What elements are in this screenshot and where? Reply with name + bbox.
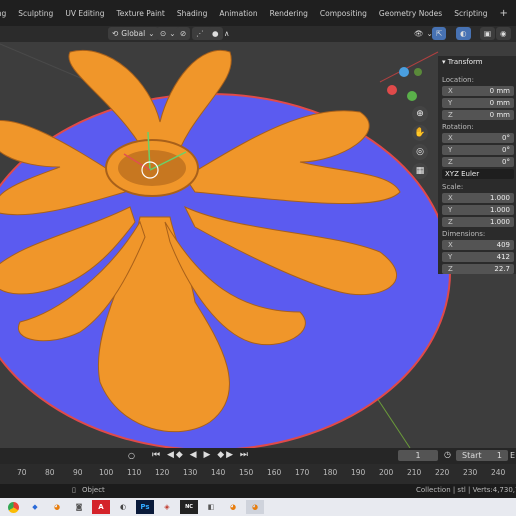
xray-icon: ▣ xyxy=(484,29,492,38)
keyframe-dropdown-icon[interactable]: ○ xyxy=(128,451,135,460)
snap-toggle[interactable]: ⊘ xyxy=(176,27,191,40)
x-axis-line xyxy=(379,51,439,83)
snap-icon: ⋰ xyxy=(196,29,204,38)
magnet-icon: ⊘ xyxy=(180,29,187,38)
clock-icon[interactable]: ◷ xyxy=(444,450,451,459)
sidebar-n-panel: ▾ Transform Location: X0 mm Y0 mm Z0 mm … xyxy=(438,56,516,274)
nav-gizmo-neg-y[interactable] xyxy=(414,68,422,76)
location-label: Location: xyxy=(442,76,474,84)
workspace-tabs-bar: eling Sculpting UV Editing Texture Paint… xyxy=(0,0,516,26)
zoom-icon[interactable]: ⊕ xyxy=(412,106,428,122)
blender-icon-active[interactable]: ◕ xyxy=(246,500,264,514)
eye-icon: 👁 xyxy=(414,29,424,38)
camera-icon[interactable]: ◎ xyxy=(412,144,428,160)
pivot-icon: ⊙ xyxy=(160,29,167,38)
status-left-text: Object xyxy=(82,486,105,494)
ornament-center-hole xyxy=(118,150,186,186)
tab-rendering[interactable]: Rendering xyxy=(270,9,308,18)
app-icon[interactable]: ◆ xyxy=(26,500,44,514)
tab-compositing[interactable]: Compositing xyxy=(320,9,367,18)
playback-controls[interactable]: ⏮ ◀◆ ◀ ▶ ◆▶ ⏭ xyxy=(152,450,250,460)
dimensions-z-field[interactable]: Z 22.7 xyxy=(442,264,514,274)
pan-hand-icon[interactable]: ✋ xyxy=(412,125,428,141)
falloff-dropdown[interactable]: ∧ xyxy=(220,27,234,40)
dimensions-y-field[interactable]: Y 412 xyxy=(442,252,514,262)
overlay-icon: ◐ xyxy=(460,29,467,38)
shading-solid-button[interactable]: ◉ xyxy=(496,27,511,40)
proportional-icon: ● xyxy=(212,29,219,38)
chrome-icon[interactable] xyxy=(4,500,22,514)
scale-label: Scale: xyxy=(442,183,464,191)
tab-modeling[interactable]: eling xyxy=(0,9,6,18)
transform-orientation-dropdown[interactable]: ⟲ Global ⌄ xyxy=(108,27,159,40)
location-y-field[interactable]: Y0 mm xyxy=(442,98,514,108)
transform-panel-title[interactable]: ▾ Transform xyxy=(442,58,483,66)
chevron-down-icon: ⌄ xyxy=(169,29,176,38)
acrobat-icon[interactable]: A xyxy=(92,500,110,514)
sketchup-icon[interactable]: ◈ xyxy=(158,500,176,514)
scale-x-field[interactable]: X 1.000 xyxy=(442,193,514,203)
nav-gizmo-y[interactable] xyxy=(407,91,417,101)
photoshop-icon[interactable]: Ps xyxy=(136,500,154,514)
tab-uv-editing[interactable]: UV Editing xyxy=(65,9,104,18)
mouse-icon: ▯ xyxy=(72,486,76,494)
location-x-field[interactable]: X0 mm xyxy=(442,86,514,96)
timeline-editor: ○ ⏮ ◀◆ ◀ ▶ ◆▶ ⏭ 1 ◷ Start 1 E 70 80 90 1… xyxy=(0,448,516,484)
rotation-label: Rotation: xyxy=(442,123,474,131)
gizmo-toggle[interactable]: ⇱ xyxy=(432,27,447,40)
tab-geometry-nodes[interactable]: Geometry Nodes xyxy=(379,9,442,18)
current-frame-field[interactable]: 1 xyxy=(398,450,438,461)
viewport-navigation-tools: ⊕ ✋ ◎ ▦ xyxy=(412,106,432,182)
scale-y-field[interactable]: Y 1.000 xyxy=(442,205,514,215)
tab-scripting[interactable]: Scripting xyxy=(454,9,487,18)
app-icon-4[interactable]: ◧ xyxy=(202,500,220,514)
add-workspace-button[interactable]: + xyxy=(500,8,508,19)
grid-perspective-icon[interactable]: ▦ xyxy=(412,163,428,179)
gizmo-icon: ⇱ xyxy=(436,29,443,38)
xray-toggle[interactable]: ▣ xyxy=(480,27,496,40)
dimensions-label: Dimensions: xyxy=(442,230,486,238)
dimensions-x-field[interactable]: X 409 xyxy=(442,240,514,250)
falloff-icon: ∧ xyxy=(224,29,230,38)
start-frame-field[interactable]: Start 1 xyxy=(456,450,508,461)
chevron-down-icon: ⌄ xyxy=(148,29,155,38)
status-bar: ▯ Object Collection | stl | Verts:4,730,… xyxy=(0,484,516,498)
viewport-header: ⟲ Global ⌄ ⊙⌄ ⊘ ⋰⌄ ● ∧ 👁⌄ ⇱ ◐ ▣ ◉ xyxy=(0,26,516,42)
blender-icon-2[interactable]: ◕ xyxy=(224,500,242,514)
rotation-x-field[interactable]: X 0° xyxy=(442,133,514,143)
location-z-field[interactable]: Z0 mm xyxy=(442,110,514,120)
blender-icon[interactable]: ◕ xyxy=(48,500,66,514)
nav-gizmo-z[interactable] xyxy=(399,67,409,77)
tab-sculpting[interactable]: Sculpting xyxy=(18,9,53,18)
orientation-icon: ⟲ xyxy=(112,29,119,38)
nav-gizmo-x[interactable] xyxy=(387,85,397,95)
solid-shading-icon: ◉ xyxy=(500,29,507,38)
timeline-controls: ○ ⏮ ◀◆ ◀ ▶ ◆▶ ⏭ 1 ◷ Start 1 E xyxy=(0,448,516,464)
tab-shading[interactable]: Shading xyxy=(177,9,207,18)
camera-app-icon[interactable]: ◙ xyxy=(70,500,88,514)
status-stats-text: Collection | stl | Verts:4,730,7​6 xyxy=(416,486,516,494)
end-frame-label[interactable]: E xyxy=(510,451,515,460)
tab-animation[interactable]: Animation xyxy=(219,9,257,18)
timeline-ruler[interactable]: 70 80 90 100 110 120 130 140 150 160 170… xyxy=(0,466,516,482)
app-icon-3[interactable]: NC xyxy=(180,500,198,514)
os-taskbar: ◆ ◕ ◙ A ◐ Ps ◈ NC ◧ ◕ ◕ xyxy=(0,498,516,516)
rotation-z-field[interactable]: Z 0° xyxy=(442,157,514,167)
rotation-mode-dropdown[interactable]: XYZ Euler xyxy=(442,169,514,179)
app-icon-2[interactable]: ◐ xyxy=(114,500,132,514)
scale-z-field[interactable]: Z 1.000 xyxy=(442,217,514,227)
rotation-y-field[interactable]: Y 0° xyxy=(442,145,514,155)
tab-texture-paint[interactable]: Texture Paint xyxy=(116,9,164,18)
overlay-toggle[interactable]: ◐ xyxy=(456,27,471,40)
